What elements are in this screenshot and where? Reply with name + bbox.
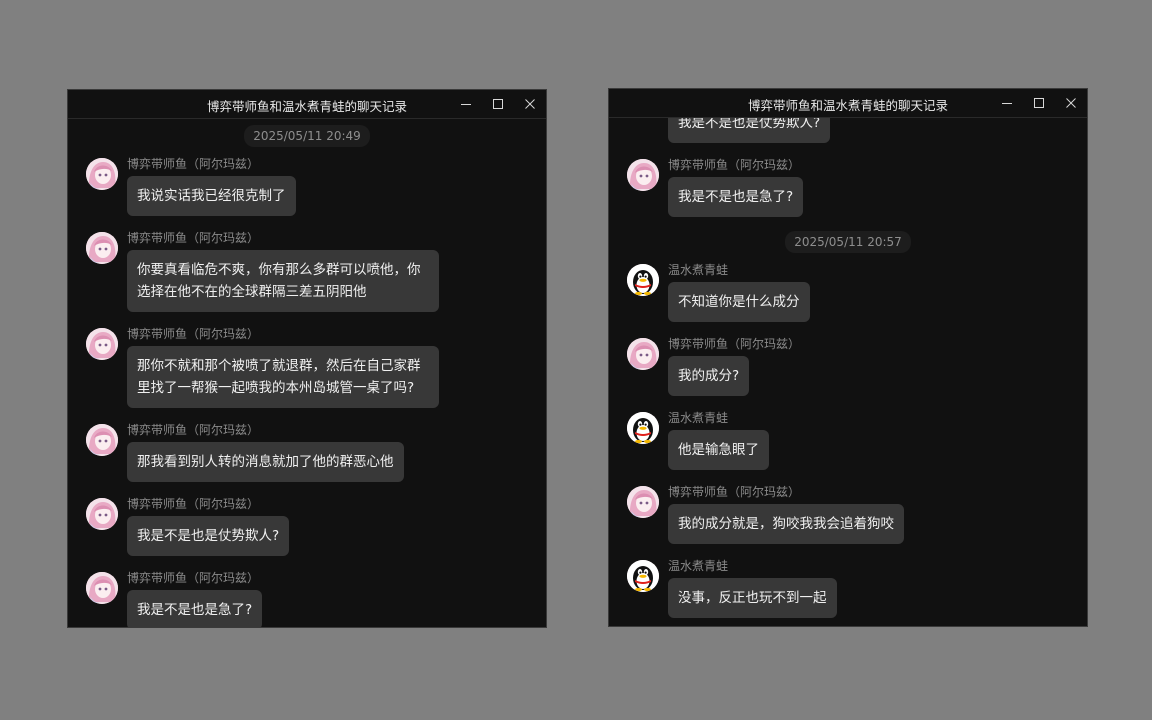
anime-girl-avatar[interactable] xyxy=(86,572,118,604)
message-item: 温水煮青蛙他是输急眼了 xyxy=(627,410,1077,470)
message-bubble[interactable]: 那我看到别人转的消息就加了他的群恶心他 xyxy=(127,442,404,482)
chat-window-left: 博弈带师鱼和温水煮青蛙的聊天记录 2025/05/11 20:49 博弈带师鱼（阿… xyxy=(67,89,547,628)
message-bubble[interactable]: 我是不是也是急了? xyxy=(668,177,804,217)
timestamp: 2025/05/11 20:57 xyxy=(609,231,1087,253)
message-bubble[interactable]: 我是不是也是仗势欺人? xyxy=(127,516,290,556)
message-bubble[interactable]: 你要真看临危不爽，你有那么多群可以喷他，你选择在他不在的全球群隔三差五阴阳他 xyxy=(127,250,439,312)
qq-penguin-avatar[interactable] xyxy=(627,412,659,444)
message-item: 博弈带师鱼（阿尔玛兹） 我是不是也是仗势欺人? xyxy=(86,496,536,556)
maximize-icon xyxy=(493,99,503,109)
anime-girl-avatar[interactable] xyxy=(627,159,659,191)
message-item: 博弈带师鱼（阿尔玛兹） 你要真看临危不爽，你有那么多群可以喷他，你选择在他不在的全… xyxy=(86,230,536,312)
timestamp: 2025/05/11 20:49 xyxy=(68,125,546,147)
message-item: 博弈带师鱼（阿尔玛兹） 那你不就和那个被喷了就退群，然后在自己家群里找了一帮猴一起… xyxy=(86,326,536,408)
minimize-button[interactable] xyxy=(995,93,1019,113)
timestamp-text: 2025/05/11 20:57 xyxy=(785,231,911,253)
message-bubble[interactable]: 不知道你是什么成分 xyxy=(668,282,810,322)
sender-name: 博弈带师鱼（阿尔玛兹） xyxy=(668,337,801,351)
message-item: 博弈带师鱼（阿尔玛兹） 那我看到别人转的消息就加了他的群恶心他 xyxy=(86,422,536,482)
close-button[interactable] xyxy=(1059,93,1083,113)
message-list[interactable]: 博弈带师鱼（阿尔玛兹）我是不是也是仗势欺人?博弈带师鱼（阿尔玛兹）我是不是也是急… xyxy=(609,118,1087,626)
maximize-button[interactable] xyxy=(486,94,510,114)
qq-penguin-avatar[interactable] xyxy=(627,560,659,592)
chat-window-right: 博弈带师鱼和温水煮青蛙的聊天记录 博弈带师鱼（阿尔玛兹）我是不是也是仗势欺人?博… xyxy=(608,88,1088,627)
message-bubble[interactable]: 没事，反正也玩不到一起 xyxy=(668,578,837,618)
message-bubble[interactable]: 他是输急眼了 xyxy=(668,430,769,470)
anime-girl-avatar[interactable] xyxy=(627,338,659,370)
minimize-button[interactable] xyxy=(454,94,478,114)
anime-girl-avatar[interactable] xyxy=(86,158,118,190)
sender-name: 博弈带师鱼（阿尔玛兹） xyxy=(127,571,260,585)
sender-name: 温水煮青蛙 xyxy=(668,559,729,573)
message-item: 博弈带师鱼（阿尔玛兹） 我说实话我已经很克制了 xyxy=(86,156,536,216)
title-bar: 博弈带师鱼和温水煮青蛙的聊天记录 xyxy=(68,90,546,119)
message-item: 博弈带师鱼（阿尔玛兹） 我的成分就是，狗咬我我会追着狗咬 xyxy=(627,484,1077,544)
close-button[interactable] xyxy=(518,94,542,114)
message-bubble[interactable]: 我的成分? xyxy=(668,356,750,396)
anime-girl-avatar[interactable] xyxy=(86,232,118,264)
anime-girl-avatar[interactable] xyxy=(86,328,118,360)
message-item: 博弈带师鱼（阿尔玛兹） 我是不是也是急了? xyxy=(627,157,1077,217)
message-item: 博弈带师鱼（阿尔玛兹）我是不是也是仗势欺人? xyxy=(627,118,1077,143)
minimize-icon xyxy=(461,104,471,105)
sender-name: 博弈带师鱼（阿尔玛兹） xyxy=(127,157,260,171)
minimize-icon xyxy=(1002,103,1012,104)
message-bubble[interactable]: 我是不是也是急了? xyxy=(127,590,263,627)
sender-name: 博弈带师鱼（阿尔玛兹） xyxy=(668,158,801,172)
sender-name: 温水煮青蛙 xyxy=(668,263,729,277)
message-bubble[interactable]: 我的成分就是，狗咬我我会追着狗咬 xyxy=(668,504,904,544)
close-icon xyxy=(525,99,535,109)
anime-girl-avatar[interactable] xyxy=(627,486,659,518)
close-icon xyxy=(1066,98,1076,108)
message-item: 温水煮青蛙没事，反正也玩不到一起 xyxy=(627,558,1077,618)
qq-penguin-avatar[interactable] xyxy=(627,264,659,296)
sender-name: 博弈带师鱼（阿尔玛兹） xyxy=(127,497,260,511)
message-bubble[interactable]: 那你不就和那个被喷了就退群，然后在自己家群里找了一帮猴一起喷我的本州岛城管一桌了… xyxy=(127,346,439,408)
timestamp-text: 2025/05/11 20:49 xyxy=(244,125,370,147)
sender-name: 博弈带师鱼（阿尔玛兹） xyxy=(127,327,260,341)
maximize-button[interactable] xyxy=(1027,93,1051,113)
sender-name: 博弈带师鱼（阿尔玛兹） xyxy=(127,423,260,437)
message-item: 博弈带师鱼（阿尔玛兹） 我是不是也是急了? xyxy=(86,570,536,627)
maximize-icon xyxy=(1034,98,1044,108)
message-item: 温水煮青蛙不知道你是什么成分 xyxy=(627,262,1077,322)
sender-name: 博弈带师鱼（阿尔玛兹） xyxy=(127,231,260,245)
sender-name: 博弈带师鱼（阿尔玛兹） xyxy=(668,485,801,499)
message-bubble[interactable]: 我说实话我已经很克制了 xyxy=(127,176,296,216)
sender-name: 温水煮青蛙 xyxy=(668,411,729,425)
message-item: 博弈带师鱼（阿尔玛兹） 我的成分? xyxy=(627,336,1077,396)
title-bar: 博弈带师鱼和温水煮青蛙的聊天记录 xyxy=(609,89,1087,118)
anime-girl-avatar[interactable] xyxy=(86,424,118,456)
message-list[interactable]: 2025/05/11 20:49 博弈带师鱼（阿尔玛兹） 我说实话我已经很克制了 博弈… xyxy=(68,119,546,627)
anime-girl-avatar[interactable] xyxy=(86,498,118,530)
message-bubble[interactable]: 我是不是也是仗势欺人? xyxy=(668,118,831,143)
